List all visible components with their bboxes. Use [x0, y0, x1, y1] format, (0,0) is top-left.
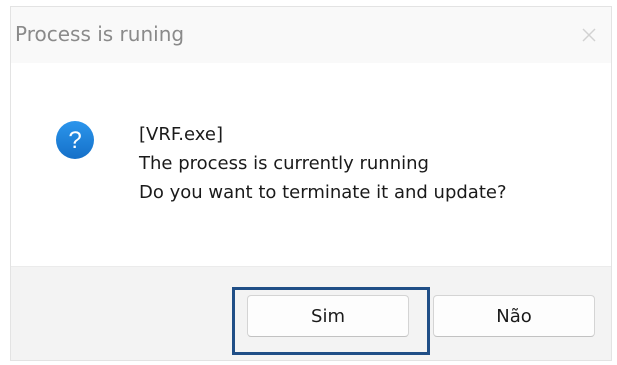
message-line-status: The process is currently running — [139, 153, 429, 174]
close-icon — [582, 28, 596, 42]
dialog-content: ? [VRF.exe] The process is currently run… — [11, 63, 611, 266]
dialog-message: [VRF.exe] The process is currently runni… — [139, 120, 507, 207]
no-button[interactable]: Não — [433, 295, 595, 337]
yes-button[interactable]: Sim — [247, 295, 409, 337]
message-line-exe: [VRF.exe] — [139, 124, 223, 145]
dialog-title: Process is runing — [15, 22, 185, 46]
dialog-titlebar: Process is runing — [11, 7, 611, 63]
message-line-question: Do you want to terminate it and update? — [139, 182, 507, 203]
question-glyph: ? — [68, 127, 81, 154]
dialog-button-bar: Sim Não — [11, 266, 611, 360]
close-button[interactable] — [575, 21, 603, 49]
question-icon: ? — [56, 121, 94, 159]
process-running-dialog: Process is runing ? [VRF.exe] The proces… — [10, 6, 612, 361]
